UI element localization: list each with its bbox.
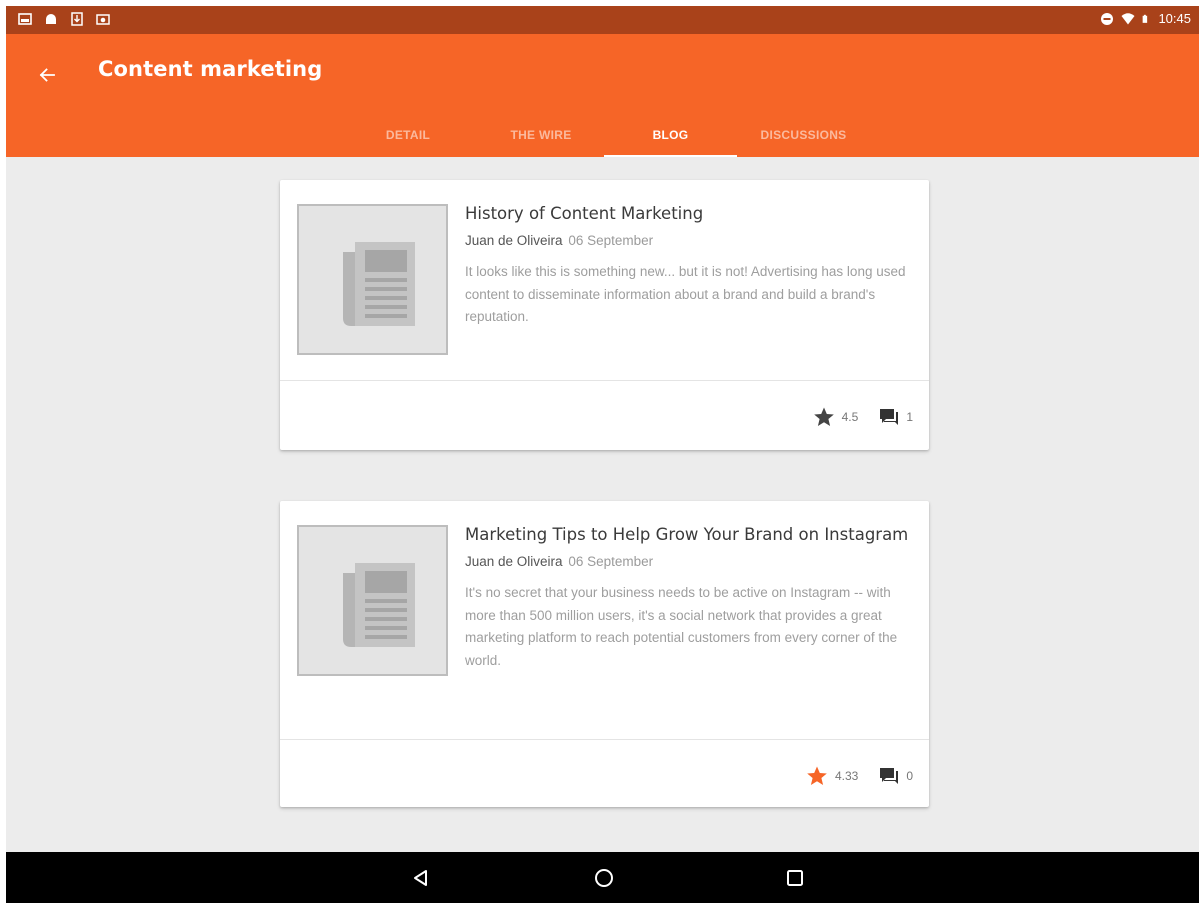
post-title[interactable]: Marketing Tips to Help Grow Your Brand o… — [465, 521, 909, 548]
article-thumbnail — [297, 525, 448, 676]
app-screen: 10:45 Content marketing DETAIL THE WIRE … — [6, 6, 1199, 903]
card-text: History of Content Marketing Juan de Oli… — [465, 200, 909, 329]
blog-list: History of Content Marketing Juan de Oli… — [6, 157, 1199, 852]
rating-value: 4.33 — [834, 769, 859, 783]
android-notification-icon — [46, 14, 56, 24]
newspaper-icon — [342, 562, 415, 647]
wifi-icon — [1121, 12, 1135, 24]
post-date: 06 September — [568, 233, 654, 248]
recents-nav-icon — [787, 870, 803, 886]
arrow-back-icon — [39, 68, 55, 82]
blog-post-card[interactable]: History of Content Marketing Juan de Oli… — [280, 180, 929, 450]
clock: 10:45 — [1158, 11, 1191, 26]
cast-notification-icon — [96, 14, 110, 25]
tab-blog[interactable]: BLOG — [604, 112, 737, 157]
comment-icon[interactable] — [878, 406, 900, 428]
tab-the-wire[interactable]: THE WIRE — [491, 112, 591, 157]
post-date: 06 September — [568, 554, 654, 569]
image-notification-icon — [18, 13, 32, 25]
article-thumbnail — [297, 204, 448, 355]
system-status-icons: 10:45 — [1100, 11, 1191, 26]
rating-value: 4.5 — [841, 410, 859, 424]
page-title: Content marketing — [98, 57, 323, 81]
post-excerpt: It looks like this is something new... b… — [465, 264, 906, 324]
navigation-bar — [6, 852, 1199, 903]
post-meta: Juan de Oliveira 06 September — [465, 554, 909, 569]
back-nav-icon — [414, 870, 427, 886]
comment-count: 1 — [906, 410, 913, 424]
post-author: Juan de Oliveira — [465, 233, 563, 248]
star-icon — [807, 766, 827, 785]
nav-home-button[interactable] — [591, 865, 617, 891]
blog-post-card[interactable]: Marketing Tips to Help Grow Your Brand o… — [280, 501, 929, 807]
nav-recents-button[interactable] — [782, 865, 808, 891]
tab-label: THE WIRE — [510, 127, 572, 142]
tab-bar: DETAIL THE WIRE BLOG DISCUSSIONS — [6, 112, 1199, 157]
status-bar: 10:45 — [6, 6, 1199, 34]
tab-discussions[interactable]: DISCUSSIONS — [741, 112, 866, 157]
post-title[interactable]: History of Content Marketing — [465, 200, 909, 227]
card-footer: 4.5 1 — [812, 405, 913, 429]
app-bar: Content marketing DETAIL THE WIRE BLOG D… — [6, 34, 1199, 157]
post-author: Juan de Oliveira — [465, 554, 563, 569]
battery-icon — [1143, 14, 1148, 23]
download-notification-icon — [71, 12, 83, 26]
comment-count: 0 — [906, 769, 913, 783]
card-footer: 4.33 0 — [805, 764, 913, 788]
home-nav-icon — [595, 869, 613, 887]
comment-icon[interactable] — [878, 765, 900, 787]
card-divider — [280, 739, 929, 740]
card-divider — [280, 380, 929, 381]
tab-label: DISCUSSIONS — [760, 127, 847, 142]
star-icon — [813, 407, 834, 426]
tab-detail[interactable]: DETAIL — [368, 112, 448, 157]
post-meta: Juan de Oliveira 06 September — [465, 233, 909, 248]
do-not-disturb-icon — [1101, 12, 1114, 25]
post-excerpt: It's no secret that your business needs … — [465, 585, 898, 668]
back-button[interactable] — [32, 60, 62, 90]
tab-label: BLOG — [652, 127, 689, 142]
tab-label: DETAIL — [385, 127, 431, 142]
notification-icons — [18, 12, 110, 26]
nav-back-button[interactable] — [408, 865, 434, 891]
card-text: Marketing Tips to Help Grow Your Brand o… — [465, 521, 909, 672]
newspaper-icon — [342, 241, 415, 326]
